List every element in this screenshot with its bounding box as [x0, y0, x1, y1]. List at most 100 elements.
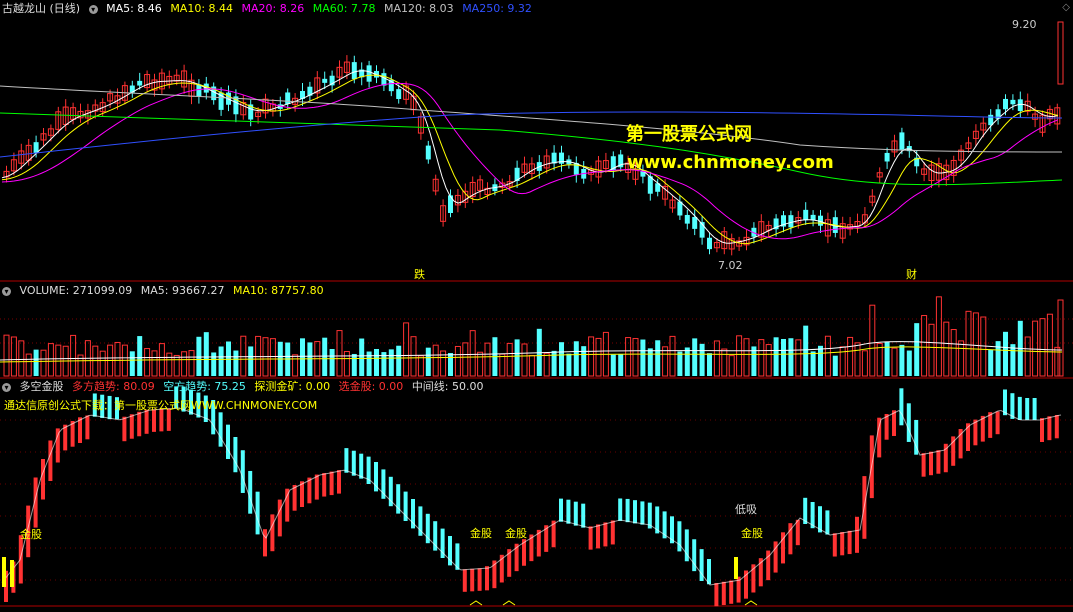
event-mark-die[interactable]: 跌 — [414, 266, 425, 282]
volume-bar-down — [899, 344, 905, 376]
signal-gold-1: 金股 — [20, 528, 42, 541]
indicator-bar — [1054, 415, 1059, 439]
volume-bar-down — [218, 346, 224, 376]
expand-icon[interactable]: ◇ — [1062, 2, 1070, 13]
indicator-bar — [596, 524, 600, 549]
volume-bar-up — [528, 354, 535, 377]
volume-bar-up — [403, 322, 410, 377]
long-trend: 多方趋势: 80.09 — [72, 380, 155, 393]
probe-gold: 探测金矿: 0.00 — [254, 380, 331, 393]
volume-bar-up — [795, 339, 802, 377]
volume-bar-up — [18, 340, 25, 377]
volume-bar-up — [869, 304, 876, 377]
settings-icon[interactable]: ▾ — [88, 4, 98, 14]
volume-bar-down — [322, 337, 328, 376]
stock-chart[interactable] — [0, 0, 1073, 612]
volume-bar-up — [861, 350, 868, 377]
candle-down — [381, 73, 387, 86]
short-trend: 空方趋势: 75.25 — [163, 380, 246, 393]
indicator-bar — [314, 474, 319, 500]
volume-bar-down — [655, 340, 661, 376]
volume-bar-down — [647, 348, 653, 376]
volume-bar-down — [551, 350, 557, 376]
volume-bar-up — [432, 344, 439, 377]
volume-bar-up — [173, 354, 180, 377]
signal-gold-3: 金股 — [505, 527, 527, 540]
watermark-url: www.chnmoney.com — [627, 152, 834, 173]
indicator-bar — [240, 450, 245, 493]
indicator-bar — [847, 530, 852, 555]
ma250-value: MA250: 9.32 — [462, 2, 532, 15]
indicator-bar — [855, 516, 859, 553]
indicator-bar — [832, 533, 837, 557]
volume-value: VOLUME: 271099.09 — [19, 284, 133, 297]
bottom-mark — [744, 600, 758, 606]
volume-bar-up — [713, 340, 720, 377]
indicator-bar — [899, 388, 904, 426]
volume-bar-down — [610, 354, 616, 376]
indicator-bar — [795, 519, 800, 546]
indicator-name[interactable]: 多空金股 — [20, 380, 64, 393]
volume-bar-up — [484, 342, 491, 377]
signal-gold-4: 金股 — [741, 527, 763, 540]
ma120-value: MA120: 8.03 — [383, 2, 454, 15]
indicator-bar — [1025, 398, 1030, 420]
volume-bar-up — [743, 338, 750, 377]
volume-bar-up — [70, 334, 77, 377]
signal-bar — [734, 557, 738, 579]
volume-bar-down — [914, 323, 920, 376]
indicator-bar — [1032, 398, 1037, 420]
volume-bar-up — [950, 329, 957, 377]
volume-bar-up — [972, 312, 979, 377]
volume-bar-up — [99, 350, 106, 377]
ma60-value: MA60: 7.78 — [312, 2, 376, 15]
volume-bar-down — [640, 339, 646, 376]
volume-bar-up — [343, 351, 350, 377]
event-mark-cai[interactable]: 财 — [906, 266, 917, 282]
volume-bar-down — [351, 353, 357, 376]
candle-down — [884, 152, 890, 162]
indicator-bar — [233, 437, 238, 473]
indicator-panel-header: ▾ 多空金股 多方趋势: 80.09 空方趋势: 75.25 探测金矿: 0.0… — [2, 379, 489, 395]
indicator-bar — [610, 520, 615, 545]
indicator-bar — [936, 450, 941, 474]
volume-bar-up — [721, 348, 728, 377]
indicator-bar — [48, 440, 53, 481]
volume-bar-down — [573, 341, 579, 376]
indicator-bar — [603, 522, 608, 547]
indicator-bar — [640, 501, 645, 525]
volume-bar-up — [891, 347, 898, 377]
indicator-settings-icon[interactable]: ▾ — [2, 382, 11, 392]
ma20-line — [1, 82, 1059, 240]
volume-bar-up — [854, 342, 861, 377]
pick-gold: 选金股: 0.00 — [338, 380, 404, 393]
indicator-bar — [344, 448, 349, 473]
ma5-line — [1, 70, 1059, 244]
volume-bar-up — [462, 342, 469, 377]
volume-bar-down — [196, 336, 202, 376]
stock-name[interactable]: 古越龙山 (日线) — [2, 2, 80, 15]
bottom-mark — [502, 600, 516, 606]
volume-bar-up — [543, 352, 550, 377]
volume-bar-up — [469, 330, 476, 377]
indicator-bar — [485, 566, 489, 591]
indicator-bar — [581, 503, 586, 528]
candle-down — [366, 65, 372, 82]
indicator-bar — [337, 470, 341, 494]
volume-bar-down — [832, 355, 838, 376]
volume-bar-down — [692, 338, 698, 376]
indicator-bar — [921, 453, 926, 477]
indicator-bar — [995, 411, 1000, 435]
volume-bar-up — [736, 335, 743, 377]
volume-bar-down — [129, 351, 135, 376]
indicator-bar — [263, 529, 267, 557]
volume-bar-down — [211, 352, 217, 376]
volume-bar-down — [566, 353, 572, 376]
indicator-bar — [18, 535, 23, 584]
indicator-bar — [226, 424, 230, 459]
indicator-bar — [729, 580, 734, 604]
volume-settings-icon[interactable]: ▾ — [2, 286, 11, 296]
volume-bar-up — [595, 337, 602, 377]
volume-bar-up — [1032, 320, 1039, 377]
volume-bar-up — [758, 339, 765, 377]
